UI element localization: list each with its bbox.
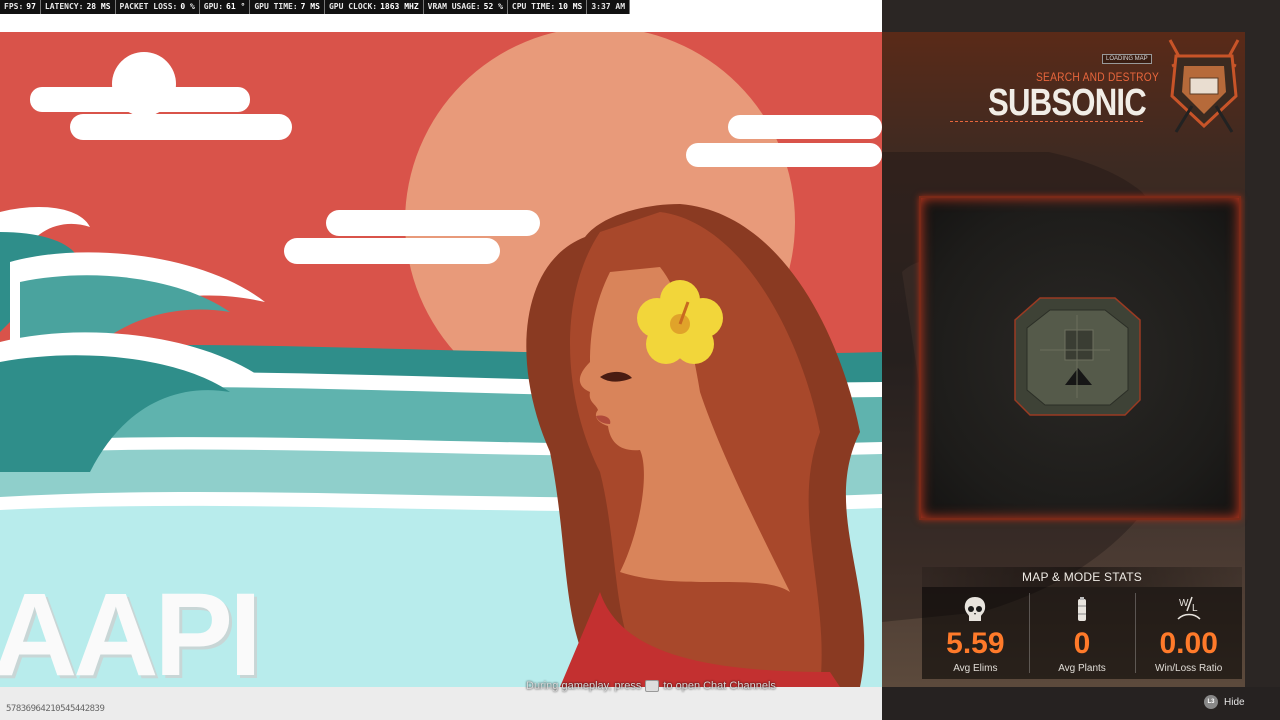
hide-button[interactable]: L3 Hide <box>1204 695 1245 709</box>
minimap-icon <box>1014 297 1141 416</box>
map-mode-stats: 5.59 Avg Elims 0 Avg Plants W L 0.00 Win… <box>922 587 1242 679</box>
perf-clock: 3:37 AM <box>587 0 631 14</box>
win-loss-icon: W L <box>1174 593 1204 627</box>
hint-text-before: During gameplay, press <box>526 680 642 692</box>
bomb-icon <box>1067 593 1097 627</box>
skull-icon <box>960 593 990 627</box>
avg-elims-label: Avg Elims <box>953 663 998 674</box>
map-name: SUBSONIC <box>988 82 1147 124</box>
map-mode-stats-title: MAP & MODE STATS <box>922 567 1242 587</box>
chat-channels-hint: During gameplay, press to open Chat Chan… <box>526 680 776 692</box>
perf-gpu-temp: GPU: 61 ° <box>200 0 251 14</box>
perf-cpu-time: CPU TIME: 10 MS <box>508 0 588 14</box>
perf-packet-loss: PACKET LOSS: 0 % <box>116 0 200 14</box>
avg-elims-value: 5.59 <box>946 627 1005 660</box>
session-id: 57836964210545442839 <box>6 704 105 714</box>
perf-gpu-time: GPU TIME: 7 MS <box>250 0 325 14</box>
svg-text:L: L <box>1192 603 1198 614</box>
map-emblem-icon <box>1168 39 1240 133</box>
stat-avg-elims: 5.59 Avg Elims <box>922 587 1029 679</box>
l3-button-icon: L3 <box>1204 695 1218 709</box>
aapi-poster-art: AAPI <box>0 32 882 687</box>
map-name-underline <box>950 121 1145 122</box>
touchpad-button-icon <box>645 680 660 692</box>
svg-text:W: W <box>1179 598 1189 609</box>
win-loss-value: 0.00 <box>1159 627 1218 660</box>
perf-latency: LATENCY: 28 MS <box>41 0 116 14</box>
perf-fps: FPS: 97 <box>0 0 41 14</box>
avg-plants-label: Avg Plants <box>1058 663 1106 674</box>
stat-win-loss: W L 0.00 Win/Loss Ratio <box>1135 587 1242 679</box>
loading-map-tag: LOADING MAP <box>1102 54 1152 64</box>
performance-overlay: FPS: 97 LATENCY: 28 MS PACKET LOSS: 0 % GPU… <box>0 0 631 14</box>
perf-vram-usage: VRAM USAGE: 52 % <box>424 0 508 14</box>
win-loss-label: Win/Loss Ratio <box>1155 663 1223 674</box>
hide-label: Hide <box>1224 696 1245 708</box>
perf-gpu-clock: GPU CLOCK: 1863 MHZ <box>325 0 424 14</box>
hint-text-after: to open Chat Channels <box>663 680 776 692</box>
aapi-title: AAPI <box>0 569 262 687</box>
avg-plants-value: 0 <box>1073 627 1091 660</box>
stat-avg-plants: 0 Avg Plants <box>1028 587 1136 679</box>
